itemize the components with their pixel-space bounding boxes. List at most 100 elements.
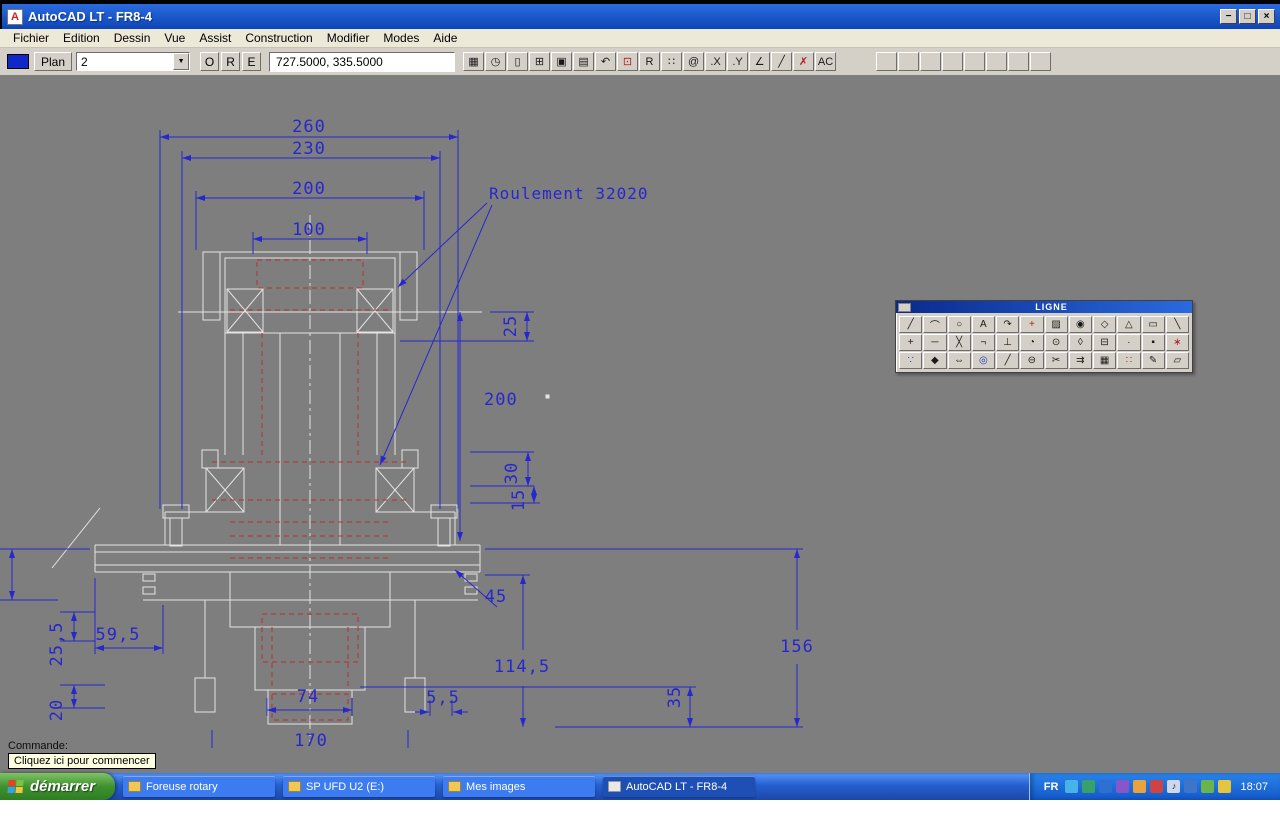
restore-button[interactable]: □ (1239, 9, 1256, 24)
palette-minimize-icon[interactable] (898, 302, 911, 312)
arc-tool-icon[interactable]: ⌒ (923, 316, 947, 333)
clock[interactable]: 18:07 (1240, 781, 1268, 793)
eraser-tool-icon[interactable]: ◆ (923, 352, 947, 369)
menu-fichier[interactable]: Fichier (6, 29, 56, 47)
polygon-tool-icon[interactable]: △ (1117, 316, 1141, 333)
circle-tool-icon[interactable]: ○ (947, 316, 971, 333)
menu-vue[interactable]: Vue (157, 29, 192, 47)
task-foreuse-rotary[interactable]: Foreuse rotary (123, 776, 276, 797)
erase-icon[interactable]: ✗ (793, 52, 815, 71)
arc-continue-tool-icon[interactable]: ↷ (996, 316, 1020, 333)
task-sp-ufd-u2[interactable]: SP UFD U2 (E:) (283, 776, 436, 797)
region-tool-icon[interactable]: ▱ (1165, 352, 1189, 369)
oblong-tool-icon[interactable]: ⊖ (1020, 352, 1044, 369)
trim-tool-icon[interactable]: ✂ (1044, 352, 1068, 369)
display-icon[interactable] (1116, 780, 1130, 793)
zoom-tool-icon[interactable]: ◎ (971, 352, 995, 369)
empty-button[interactable] (942, 52, 964, 71)
ac-icon[interactable]: AC (815, 52, 837, 71)
drawing-canvas[interactable]: 260 230 200 100 Roulement 32020 25 200 3… (0, 75, 1280, 748)
empty-button[interactable] (876, 52, 898, 71)
donut-tool-icon[interactable]: ◉ (1068, 316, 1092, 333)
menu-edition[interactable]: Edition (56, 29, 107, 47)
brush-tool-icon[interactable]: ✎ (1141, 352, 1165, 369)
line-draw-icon[interactable]: ╱ (771, 52, 793, 71)
angle-icon[interactable]: ∠ (749, 52, 771, 71)
alert-icon[interactable] (1150, 780, 1164, 793)
close-button[interactable]: × (1258, 9, 1275, 24)
circle-radius-tool-icon[interactable]: ⊙ (1044, 334, 1068, 351)
copy-icon[interactable]: ⊞ (529, 52, 551, 71)
new-file-icon[interactable]: ▯ (507, 52, 529, 71)
menu-construction[interactable]: Construction (238, 29, 319, 47)
volume-icon[interactable]: ♪ (1167, 780, 1181, 793)
hatch-tool-icon[interactable]: ▨ (1044, 316, 1068, 333)
menu-dessin[interactable]: Dessin (107, 29, 158, 47)
shield-icon[interactable] (1099, 780, 1113, 793)
arc-quadrant-tool-icon[interactable]: ◔ (1020, 334, 1044, 351)
text-tool-icon[interactable]: A (971, 316, 995, 333)
menu-assist[interactable]: Assist (192, 29, 238, 47)
point-y-icon[interactable]: .Y (727, 52, 749, 71)
antivirus-icon[interactable] (1082, 780, 1096, 793)
color-swatch[interactable] (7, 54, 29, 69)
stretch-tool-icon[interactable]: ⇔ (947, 352, 971, 369)
chevron-down-icon[interactable]: ▼ (173, 53, 190, 70)
task-autocad[interactable]: AutoCAD LT - FR8-4 (603, 776, 756, 797)
pattern-tool-icon[interactable]: ∷ (1117, 352, 1141, 369)
grid-points-icon[interactable]: ∷ (661, 52, 683, 71)
wheel-icon[interactable] (1065, 780, 1079, 793)
rectangle-tool-icon[interactable]: ▭ (1141, 316, 1165, 333)
empty-button[interactable] (986, 52, 1008, 71)
messenger-icon[interactable] (1218, 780, 1232, 793)
point-style-tool-icon[interactable]: + (899, 334, 923, 351)
xline-tool-icon[interactable]: ╳ (947, 334, 971, 351)
at-icon[interactable]: @ (683, 52, 705, 71)
extend-tool-icon[interactable]: ⇉ (1068, 352, 1092, 369)
mirror-tool-icon[interactable]: ╱ (996, 352, 1020, 369)
group-tool-icon[interactable]: ∵ (899, 352, 923, 369)
plan-button[interactable]: Plan (34, 52, 73, 71)
toggle-e[interactable]: E (242, 52, 262, 71)
point-tool-icon[interactable]: + (1020, 316, 1044, 333)
line-tool-icon[interactable]: ╱ (899, 316, 923, 333)
empty-button[interactable] (1030, 52, 1052, 71)
toggle-o[interactable]: O (200, 52, 220, 71)
solid-tool-icon[interactable]: ▪ (1141, 334, 1165, 351)
viewports-icon[interactable]: ▦ (463, 52, 485, 71)
start-button[interactable]: démarrer (0, 773, 116, 800)
empty-button[interactable] (898, 52, 920, 71)
mtext-tool-icon[interactable]: ⊟ (1093, 334, 1117, 351)
array-tool-icon[interactable]: ▦ (1093, 352, 1117, 369)
empty-button[interactable] (964, 52, 986, 71)
undo-icon[interactable]: ↶ (595, 52, 617, 71)
menu-aide[interactable]: Aide (426, 29, 464, 47)
point-x-icon[interactable]: .X (705, 52, 727, 71)
empty-button[interactable] (1008, 52, 1030, 71)
palette-title-bar[interactable]: LIGNE (896, 301, 1192, 313)
ray-tool-icon[interactable]: ¬ (971, 334, 995, 351)
star-tool-icon[interactable]: ∗ (1165, 334, 1189, 351)
print-icon[interactable]: ▤ (573, 52, 595, 71)
dim-style-icon[interactable]: ⊡ (617, 52, 639, 71)
language-indicator[interactable]: FR (1044, 781, 1059, 793)
clock-icon[interactable]: ◷ (485, 52, 507, 71)
perpendicular-tool-icon[interactable]: ⊥ (996, 334, 1020, 351)
command-line[interactable]: Commande: (8, 740, 68, 752)
save-icon[interactable]: ▣ (551, 52, 573, 71)
layer-combobox[interactable]: 2 ▼ (76, 52, 191, 71)
minimize-button[interactable]: − (1220, 9, 1237, 24)
ellipse-tool-icon[interactable]: ◇ (1093, 316, 1117, 333)
dot-tool-icon[interactable]: · (1117, 334, 1141, 351)
sketch-tool-icon[interactable]: ╲ (1165, 316, 1189, 333)
segment-tool-icon[interactable]: ─ (923, 334, 947, 351)
usb-icon[interactable] (1201, 780, 1215, 793)
update-icon[interactable] (1133, 780, 1147, 793)
empty-button[interactable] (920, 52, 942, 71)
toggle-r[interactable]: R (221, 52, 241, 71)
redo-icon[interactable]: R (639, 52, 661, 71)
menu-modifier[interactable]: Modifier (320, 29, 377, 47)
menu-modes[interactable]: Modes (376, 29, 426, 47)
task-mes-images[interactable]: Mes images (443, 776, 596, 797)
network-icon[interactable] (1184, 780, 1198, 793)
